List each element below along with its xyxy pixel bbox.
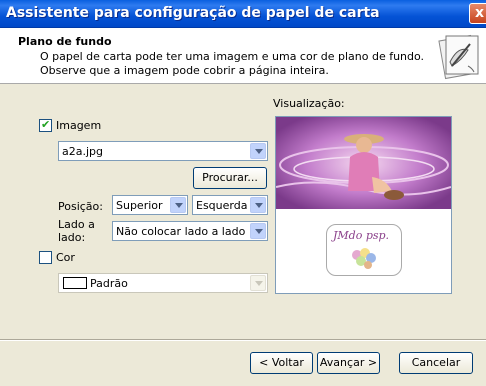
cancel-button[interactable]: Cancelar — [399, 352, 473, 374]
color-select[interactable]: Padrão — [58, 273, 268, 293]
preview-label: Visualização: — [273, 97, 345, 110]
next-button[interactable]: Avançar > — [317, 352, 380, 374]
flower-bouquet-image — [352, 248, 376, 269]
image-file-value: a2a.jpg — [62, 145, 103, 158]
image-checkbox-label: Imagem — [56, 119, 102, 132]
color-checkbox[interactable] — [39, 251, 52, 264]
window-title: Assistente para configuração de papel de… — [6, 5, 380, 21]
horizontal-position-value: Esquerda — [196, 199, 248, 212]
chevron-down-icon[interactable] — [170, 197, 186, 213]
tile-label-line1: Lado a — [58, 218, 95, 231]
preview-logo-text: JMdo psp. — [333, 229, 390, 242]
vertical-position-select[interactable]: Superior — [112, 195, 188, 215]
vertical-position-value: Superior — [116, 199, 163, 212]
stationery-icon — [438, 34, 479, 80]
back-button[interactable]: < Voltar — [250, 352, 313, 374]
chevron-down-icon[interactable] — [250, 143, 266, 159]
position-label: Posição: — [58, 200, 103, 213]
preview-banner-image — [276, 117, 451, 209]
chevron-down-icon[interactable] — [250, 223, 266, 239]
page-description: O papel de carta pode ter uma imagem e u… — [40, 50, 425, 77]
tile-label-line2: lado: — [58, 231, 86, 244]
browse-button[interactable]: Procurar... — [193, 167, 267, 189]
chevron-down-icon[interactable] — [250, 197, 266, 213]
close-icon: x — [474, 5, 485, 21]
image-file-select[interactable]: a2a.jpg — [58, 141, 268, 161]
wizard-header: Plano de fundo O papel de carta pode ter… — [0, 28, 486, 84]
title-bar: Assistente para configuração de papel de… — [0, 0, 486, 28]
close-button[interactable]: x — [469, 3, 486, 24]
color-value: Padrão — [90, 277, 128, 290]
tile-value: Não colocar lado a lado — [116, 225, 246, 238]
color-swatch — [63, 277, 87, 289]
footer-divider — [0, 339, 486, 341]
preview-logo: JMdo psp. — [326, 224, 402, 276]
preview-pane: JMdo psp. — [275, 116, 452, 294]
checkmark-icon: ✔ — [41, 118, 51, 131]
image-checkbox[interactable]: ✔ — [39, 118, 52, 132]
tile-select[interactable]: Não colocar lado a lado — [112, 221, 268, 241]
page-title: Plano de fundo — [18, 35, 112, 48]
color-checkbox-label: Cor — [56, 251, 75, 264]
chevron-down-icon[interactable] — [250, 275, 266, 291]
horizontal-position-select[interactable]: Esquerda — [192, 195, 268, 215]
